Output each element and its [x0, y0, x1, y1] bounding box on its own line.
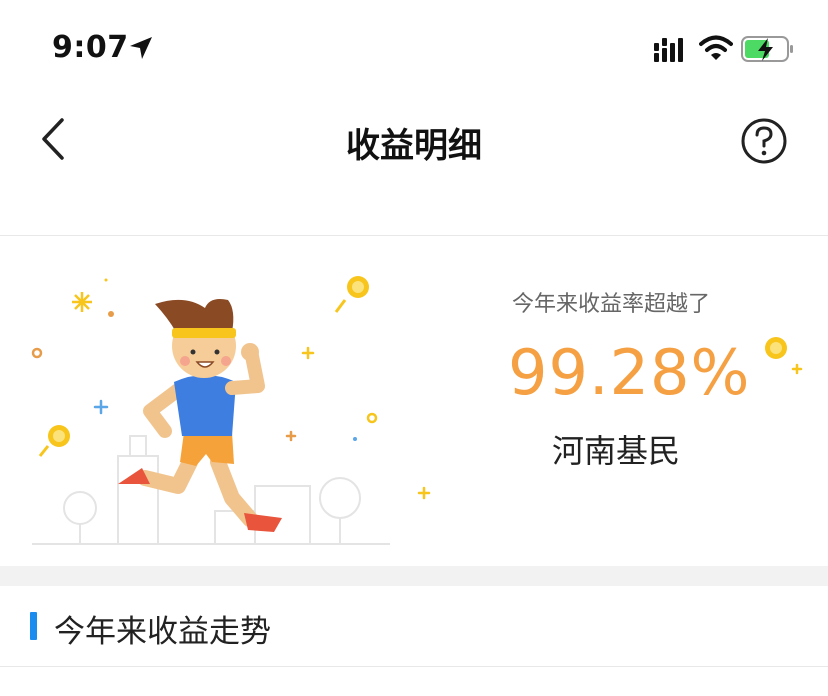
location-arrow-icon: [130, 37, 152, 59]
section-marker: [30, 612, 37, 640]
section-title: 今年来收益走势: [54, 614, 271, 650]
section-header: 今年来收益走势: [0, 586, 828, 666]
page-title: 收益明细: [346, 126, 482, 166]
ranking-hero: 今年来收益率超越了 99.28% 河南基民: [0, 236, 828, 566]
status-bar: 9:07: [0, 0, 828, 96]
wifi-icon: [699, 35, 733, 60]
section-separator: [0, 566, 828, 586]
ranking-percent: 99.28%: [508, 336, 751, 409]
ranking-caption: 今年来收益率超越了: [512, 292, 711, 317]
section-divider: [0, 666, 828, 667]
cellular-signal-icon: [654, 38, 683, 62]
help-button[interactable]: [739, 116, 789, 166]
nav-bar: 收益明细: [0, 96, 828, 236]
ranking-region: 河南基民: [552, 432, 681, 470]
status-time: 9:07: [52, 30, 129, 65]
battery-charging-icon: [741, 36, 793, 62]
